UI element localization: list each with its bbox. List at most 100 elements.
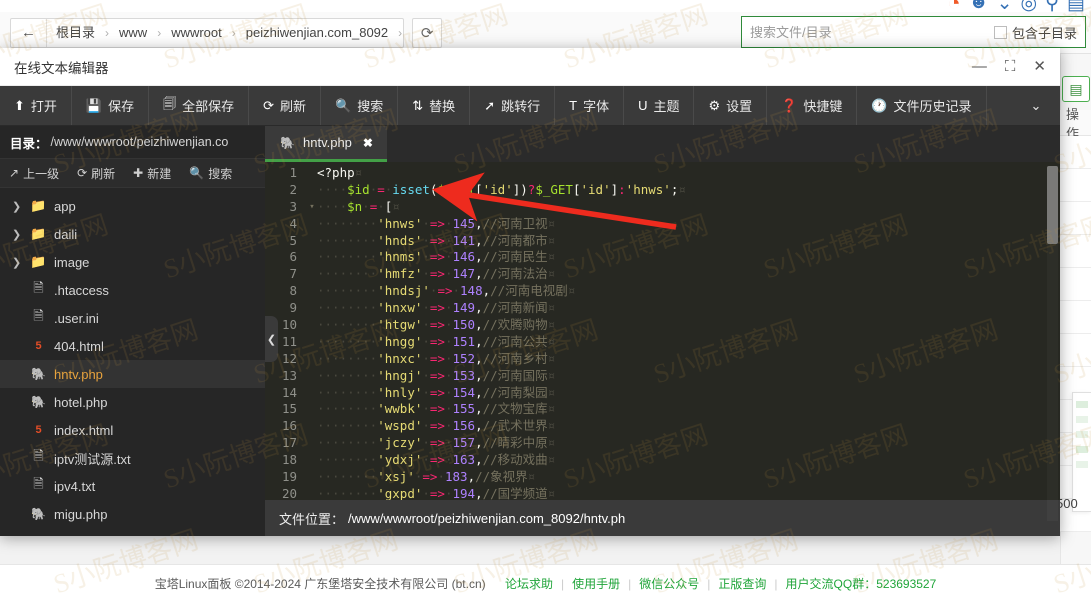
- file-list-item[interactable]: ❯ 📁 image: [0, 248, 265, 276]
- refresh-icon: ⟳: [77, 166, 88, 180]
- arrow-up-icon: ↗: [9, 166, 20, 180]
- refresh-icon: ⟳: [420, 24, 434, 42]
- code-line-text: ····$id·=·isset($_GET['id'])?$_GET['id']…: [317, 181, 686, 197]
- toolbar-search-button[interactable]: 🔍 搜索: [321, 86, 399, 125]
- file-list-item[interactable]: 🐘 migu.php: [0, 500, 265, 528]
- fold-marker: [307, 249, 317, 266]
- scrollbar-thumb[interactable]: [1047, 166, 1058, 244]
- chevron-right-icon[interactable]: ❯: [12, 200, 23, 213]
- directory-label: 目录：: [10, 136, 48, 151]
- php-icon: 🐘: [280, 135, 295, 150]
- search-icon: 🔍: [335, 97, 352, 113]
- file-panel-operations: ↗ 上一级 ⟳ 刷新 ✚ 新建 🔍 搜索: [0, 158, 265, 188]
- file-list-item[interactable]: ❯ 📁 app: [0, 192, 265, 220]
- go-up-button[interactable]: ↗ 上一级: [0, 165, 68, 182]
- help-icon: ❓: [781, 97, 798, 113]
- back-button[interactable]: ←: [11, 18, 47, 47]
- php-icon: 🐘: [31, 367, 46, 381]
- search-input[interactable]: [750, 24, 994, 40]
- footer-link-license[interactable]: 正版查询: [718, 575, 766, 592]
- file-list-item[interactable]: 5 index.html: [0, 416, 265, 444]
- table-row[interactable]: [1060, 169, 1091, 202]
- table-row[interactable]: [1060, 235, 1091, 268]
- toolbar-replace-button[interactable]: ⇅ 替换: [398, 86, 471, 125]
- fold-marker[interactable]: ▾: [307, 199, 317, 216]
- footer-divider: |: [628, 576, 632, 591]
- maximize-icon[interactable]: ⛶: [1005, 59, 1016, 74]
- minimize-icon[interactable]: —: [972, 59, 987, 74]
- browser-chrome-strip: ◔ ☻ ⌄ ◎ ⚲ ▤: [0, 0, 1091, 15]
- checkbox-icon[interactable]: [993, 25, 1007, 39]
- fold-marker: [307, 418, 317, 435]
- table-row[interactable]: [1060, 301, 1091, 334]
- list-view-icon[interactable]: ▤: [1062, 76, 1090, 102]
- footer-link-forum[interactable]: 论坛求助: [505, 575, 553, 592]
- line-number: 6: [289, 249, 297, 265]
- file-list-item[interactable]: 🗎 ipv4.txt: [0, 472, 265, 500]
- toolbar-open-button[interactable]: ⬆ 打开: [0, 86, 72, 125]
- toolbar-theme-button[interactable]: U 主题: [624, 86, 695, 125]
- table-row[interactable]: [1060, 202, 1091, 235]
- file-name: 404.html: [54, 338, 104, 354]
- file-list-item[interactable]: 🗎 .user.ini: [0, 304, 265, 332]
- file-list-item[interactable]: 🗎 iptv测试源.txt: [0, 444, 265, 472]
- toolbar-settings-button[interactable]: ⚙ 设置: [694, 86, 768, 125]
- file-list-item[interactable]: 🐘 hotel.php: [0, 388, 265, 416]
- code-line: 11 ········'hngg'·=>·151,//河南公共¤: [265, 334, 1060, 351]
- footer-link-manual[interactable]: 使用手册: [572, 575, 620, 592]
- toolbar-goto-line-button[interactable]: ➚ 跳转行: [470, 86, 556, 125]
- table-row[interactable]: [1060, 268, 1091, 301]
- toolbar-more-button[interactable]: ⌄: [1012, 86, 1060, 125]
- code-line-text: ········'hndsj'·=>·148,//河南电视剧¤: [317, 283, 576, 299]
- reload-button[interactable]: ⟳: [412, 17, 443, 48]
- plus-icon: ✚: [133, 166, 144, 180]
- breadcrumb-item-1[interactable]: www: [110, 19, 156, 47]
- toolbar-shortcuts-button[interactable]: ❓ 快捷键: [767, 86, 858, 125]
- toolbar-history-button[interactable]: 🕐 文件历史记录: [857, 86, 987, 125]
- fold-marker: [307, 165, 317, 182]
- tab-close-icon[interactable]: ✖: [363, 136, 373, 150]
- toolbar-refresh-button[interactable]: ⟳ 刷新: [249, 86, 322, 125]
- editor-tab-hntv-php[interactable]: 🐘 hntv.php ✖: [265, 126, 387, 162]
- chevron-right-icon[interactable]: ❯: [12, 256, 23, 269]
- file-list-item[interactable]: 5 404.html: [0, 332, 265, 360]
- file-list-item[interactable]: 🐘 hntv.php: [0, 360, 265, 388]
- file-name: hotel.php: [54, 394, 108, 410]
- table-row[interactable]: [1060, 334, 1091, 367]
- toolbar-label: 刷新: [280, 99, 307, 114]
- refresh-dir-button[interactable]: ⟳ 刷新: [68, 165, 124, 182]
- toolbar-save-button[interactable]: 💾 保存: [72, 86, 150, 125]
- table-row[interactable]: [1060, 136, 1091, 169]
- new-file-button[interactable]: ✚ 新建: [124, 165, 180, 182]
- notification-popup: [1072, 392, 1091, 512]
- breadcrumb-item-2[interactable]: wwwroot: [162, 19, 231, 47]
- fold-marker: [307, 435, 317, 452]
- close-icon[interactable]: ✕: [1033, 59, 1046, 74]
- code-line-text: ········'wspd'·=>·156,//武术世界¤: [317, 418, 556, 434]
- toolbar-save-all-button[interactable]: 🗐 全部保存: [149, 86, 250, 125]
- editor-scrollbar[interactable]: [1047, 166, 1058, 521]
- panel-collapse-handle[interactable]: ❮: [265, 316, 278, 362]
- file-icon: 🗎: [33, 308, 44, 323]
- toolbar-label: 替换: [429, 99, 456, 114]
- search-file-button[interactable]: 🔍 搜索: [180, 165, 241, 182]
- file-list-item[interactable]: 🗎 .htaccess: [0, 276, 265, 304]
- chevron-right-icon[interactable]: ❯: [12, 228, 23, 241]
- fold-marker: [307, 452, 317, 469]
- breadcrumb-item-3[interactable]: peizhiwenjian.com_8092: [237, 19, 397, 47]
- file-list-item[interactable]: ❯ 📁 daili: [0, 220, 265, 248]
- gear-icon: ⚙: [708, 97, 721, 113]
- code-line-text: ········'hnms'·=>·146,//河南民生¤: [317, 249, 556, 265]
- code-line-text: ········'hmfz'·=>·147,//河南法治¤: [317, 266, 556, 282]
- code-editor-area[interactable]: 1 <?php¤ 2 ····$id·=·isset($_GET['id'])?$_G…: [265, 162, 1060, 500]
- toolbar-label: 字体: [583, 99, 610, 114]
- dialog-body: 目录： /www/wwwroot/peizhiwenjian.co ↗ 上一级 …: [0, 126, 1060, 536]
- footer-link-wechat[interactable]: 微信公众号: [639, 575, 699, 592]
- toolbar-font-button[interactable]: T 字体: [555, 86, 625, 125]
- editor-toolbar: ⬆ 打开 💾 保存 🗐 全部保存 ⟳ 刷新 🔍 搜索 ⇅ 替换 ➚ 跳转行 T …: [0, 86, 1060, 126]
- breadcrumb-item-0[interactable]: 根目录: [47, 19, 104, 47]
- include-subdir-toggle[interactable]: 包含子目录: [993, 23, 1077, 42]
- tab-label: hntv.php: [303, 135, 352, 150]
- code-line-text: ········'htgw'·=>·150,//欢腾购物¤: [317, 317, 556, 333]
- line-number: 1: [289, 165, 297, 180]
